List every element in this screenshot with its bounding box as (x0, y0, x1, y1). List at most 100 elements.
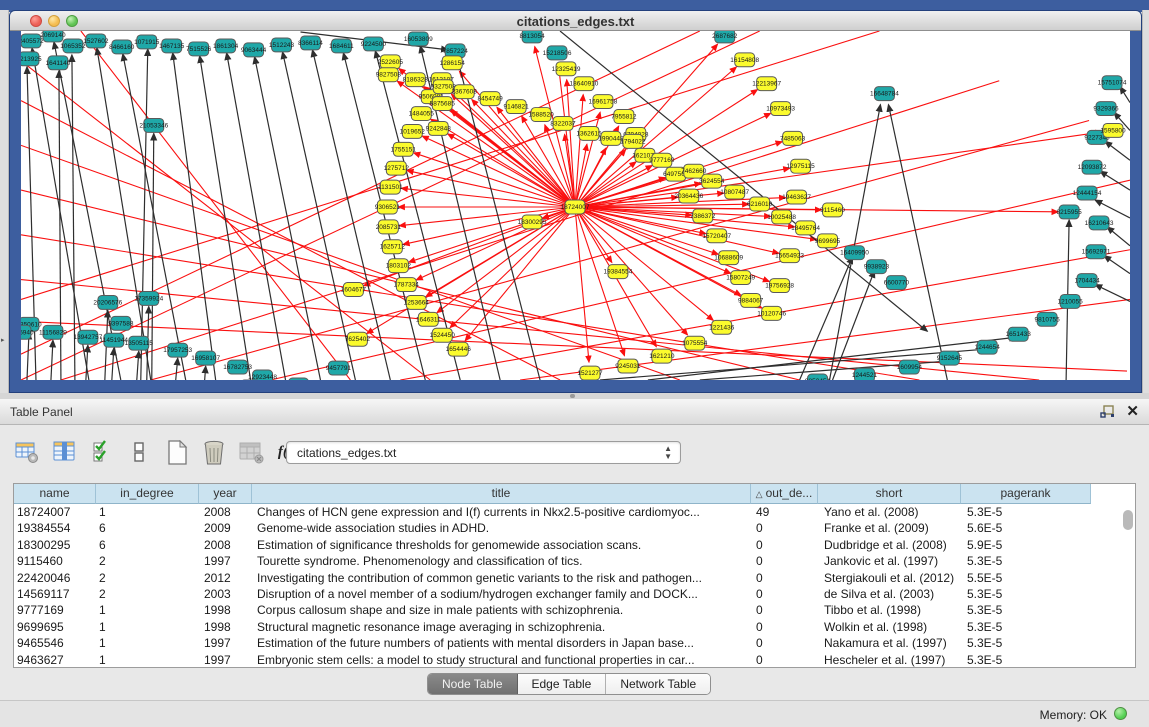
network-node[interactable]: 1210055 (1057, 294, 1083, 308)
network-node[interactable]: 10688609 (714, 251, 743, 265)
network-node[interactable]: 1521277 (577, 366, 603, 380)
network-node[interactable]: 1029213 (286, 378, 312, 380)
row-pair-icon[interactable] (124, 437, 154, 467)
network-node[interactable]: 1684611 (329, 39, 354, 53)
network-canvas[interactable]: 2405572206914010653521527602846616010719… (21, 31, 1130, 380)
network-node[interactable]: 1651433 (1006, 327, 1032, 341)
network-node[interactable]: 15692971 (1082, 245, 1111, 259)
citation-network-graph[interactable]: 2405572206914010653521527602846616010719… (21, 31, 1130, 380)
network-node[interactable]: 16648784 (870, 87, 899, 101)
table-cell[interactable]: 22420046 (14, 570, 96, 586)
table-cell[interactable]: 0 (751, 635, 818, 651)
network-node[interactable]: 1625712 (380, 240, 406, 254)
collapsed-panel-strip[interactable]: ▸ (0, 10, 9, 395)
table-cell[interactable]: Genome-wide association studies in ADHD. (252, 520, 751, 536)
network-node[interactable]: 9063444 (241, 43, 267, 57)
table-cell[interactable]: 5.3E-5 (961, 602, 1091, 618)
network-node[interactable]: 17957253 (163, 343, 192, 357)
network-node[interactable]: 1071915 (134, 35, 160, 49)
network-node[interactable]: 13505115 (125, 336, 154, 350)
network-node[interactable]: 10973493 (766, 102, 795, 116)
table-cell[interactable]: Tourette syndrome. Phenomenology and cla… (252, 553, 751, 569)
table-cell[interactable]: 5.3E-5 (961, 504, 1091, 520)
network-node[interactable]: 2367608 (452, 85, 478, 99)
table-cell[interactable]: de Silva et al. (2003) (818, 586, 961, 602)
network-node[interactable]: 10807487 (720, 185, 749, 199)
network-node[interactable]: 2522605 (378, 55, 404, 69)
table-cell[interactable]: 1997 (199, 652, 252, 667)
table-cell[interactable]: 5.6E-5 (961, 520, 1091, 536)
network-node[interactable]: 9850454 (805, 374, 831, 380)
network-node[interactable]: 1221436 (709, 320, 735, 334)
network-node[interactable]: 1704434 (1074, 274, 1100, 288)
network-node[interactable]: 1595800 (1100, 123, 1126, 137)
table-cell[interactable]: 0 (751, 553, 818, 569)
network-node[interactable]: 1803102 (386, 259, 412, 273)
table-row[interactable]: 1872400712008Changes of HCN gene express… (14, 504, 1119, 520)
table-cell[interactable]: 9115460 (14, 553, 96, 569)
network-node[interactable]: 1253664 (404, 295, 430, 309)
table-cell[interactable]: 6 (96, 537, 199, 553)
table-cell[interactable]: 2 (96, 586, 199, 602)
table-row[interactable]: 1456911722003Disruption of a novel membe… (14, 586, 1119, 602)
network-node[interactable]: 1244521 (852, 368, 878, 380)
table-cell[interactable]: 9777169 (14, 602, 96, 618)
table-cell[interactable]: 5.9E-5 (961, 537, 1091, 553)
close-icon[interactable]: ✕ (1126, 402, 1139, 420)
network-node[interactable]: 5875685 (430, 97, 456, 111)
column-header-name[interactable]: name (14, 484, 96, 504)
table-cell[interactable]: 1998 (199, 619, 252, 635)
table-cell[interactable]: 2 (96, 553, 199, 569)
network-node[interactable]: 1861304 (213, 39, 239, 53)
network-node[interactable]: 8322037 (550, 117, 576, 131)
table-cell[interactable]: Hescheler et al. (1997) (818, 652, 961, 667)
network-node[interactable]: 1755151 (391, 142, 417, 156)
panel-collapse-arrow-icon[interactable]: ▸ (1, 336, 5, 344)
network-node[interactable]: 15218506 (543, 46, 572, 60)
network-node[interactable]: 9938923 (864, 260, 890, 274)
network-node[interactable]: 9884067 (738, 293, 764, 307)
table-cell[interactable]: Jankovic et al. (1997) (818, 553, 961, 569)
network-node[interactable]: 6600770 (884, 276, 910, 290)
network-node[interactable]: 9827508 (376, 68, 402, 82)
network-node[interactable]: 7485063 (780, 131, 806, 145)
network-node[interactable]: 9810755 (1035, 312, 1061, 326)
network-node[interactable]: 15807249 (726, 271, 755, 285)
table-cell[interactable]: 49 (751, 504, 818, 520)
network-node[interactable]: 12975115 (786, 159, 815, 173)
network-node[interactable]: 8186328 (403, 73, 429, 87)
table-cell[interactable]: 19384554 (14, 520, 96, 536)
table-selector-dropdown[interactable]: citations_edges.txt ▲▼ (286, 441, 681, 464)
network-node[interactable]: 16958107 (191, 351, 220, 365)
network-node[interactable]: 8813054 (519, 31, 545, 43)
network-node[interactable]: 7386372 (690, 209, 716, 223)
table-cell[interactable]: 0 (751, 619, 818, 635)
network-node[interactable]: 1512243 (269, 38, 295, 52)
table-row[interactable]: 1938455462009Genome-wide association stu… (14, 520, 1119, 536)
network-node[interactable]: 9146821 (503, 100, 529, 114)
table-cell[interactable]: 1997 (199, 553, 252, 569)
table-cell[interactable]: Yano et al. (2008) (818, 504, 961, 520)
network-node[interactable]: 1646311 (416, 312, 441, 326)
network-node[interactable]: 1275712 (384, 161, 410, 175)
table-cell[interactable]: 6 (96, 520, 199, 536)
table-row[interactable]: 946554611997Estimation of the future num… (14, 635, 1119, 651)
network-node[interactable]: 3624554 (699, 174, 725, 188)
network-node[interactable]: 18640910 (570, 77, 599, 91)
table-cell[interactable]: 1 (96, 504, 199, 520)
network-node[interactable]: 1604677 (341, 283, 367, 297)
network-node[interactable]: 6216010 (747, 197, 773, 211)
network-node[interactable]: 7955812 (611, 110, 637, 124)
network-node[interactable]: 13942757 (73, 330, 102, 344)
network-node[interactable]: 21053346 (139, 118, 168, 132)
float-window-icon[interactable] (1100, 405, 1115, 419)
delete-trash-icon[interactable] (199, 437, 229, 467)
network-node[interactable]: 9306521 (375, 200, 401, 214)
table-cell[interactable]: Franke et al. (2009) (818, 520, 961, 536)
table-cell[interactable]: 5.3E-5 (961, 619, 1091, 635)
column-select-icon[interactable] (49, 437, 79, 467)
network-node[interactable]: 9152645 (937, 351, 963, 365)
network-node[interactable]: 11156829 (39, 325, 67, 339)
table-cell[interactable]: 1 (96, 652, 199, 667)
network-node[interactable]: 1467135 (159, 39, 185, 53)
